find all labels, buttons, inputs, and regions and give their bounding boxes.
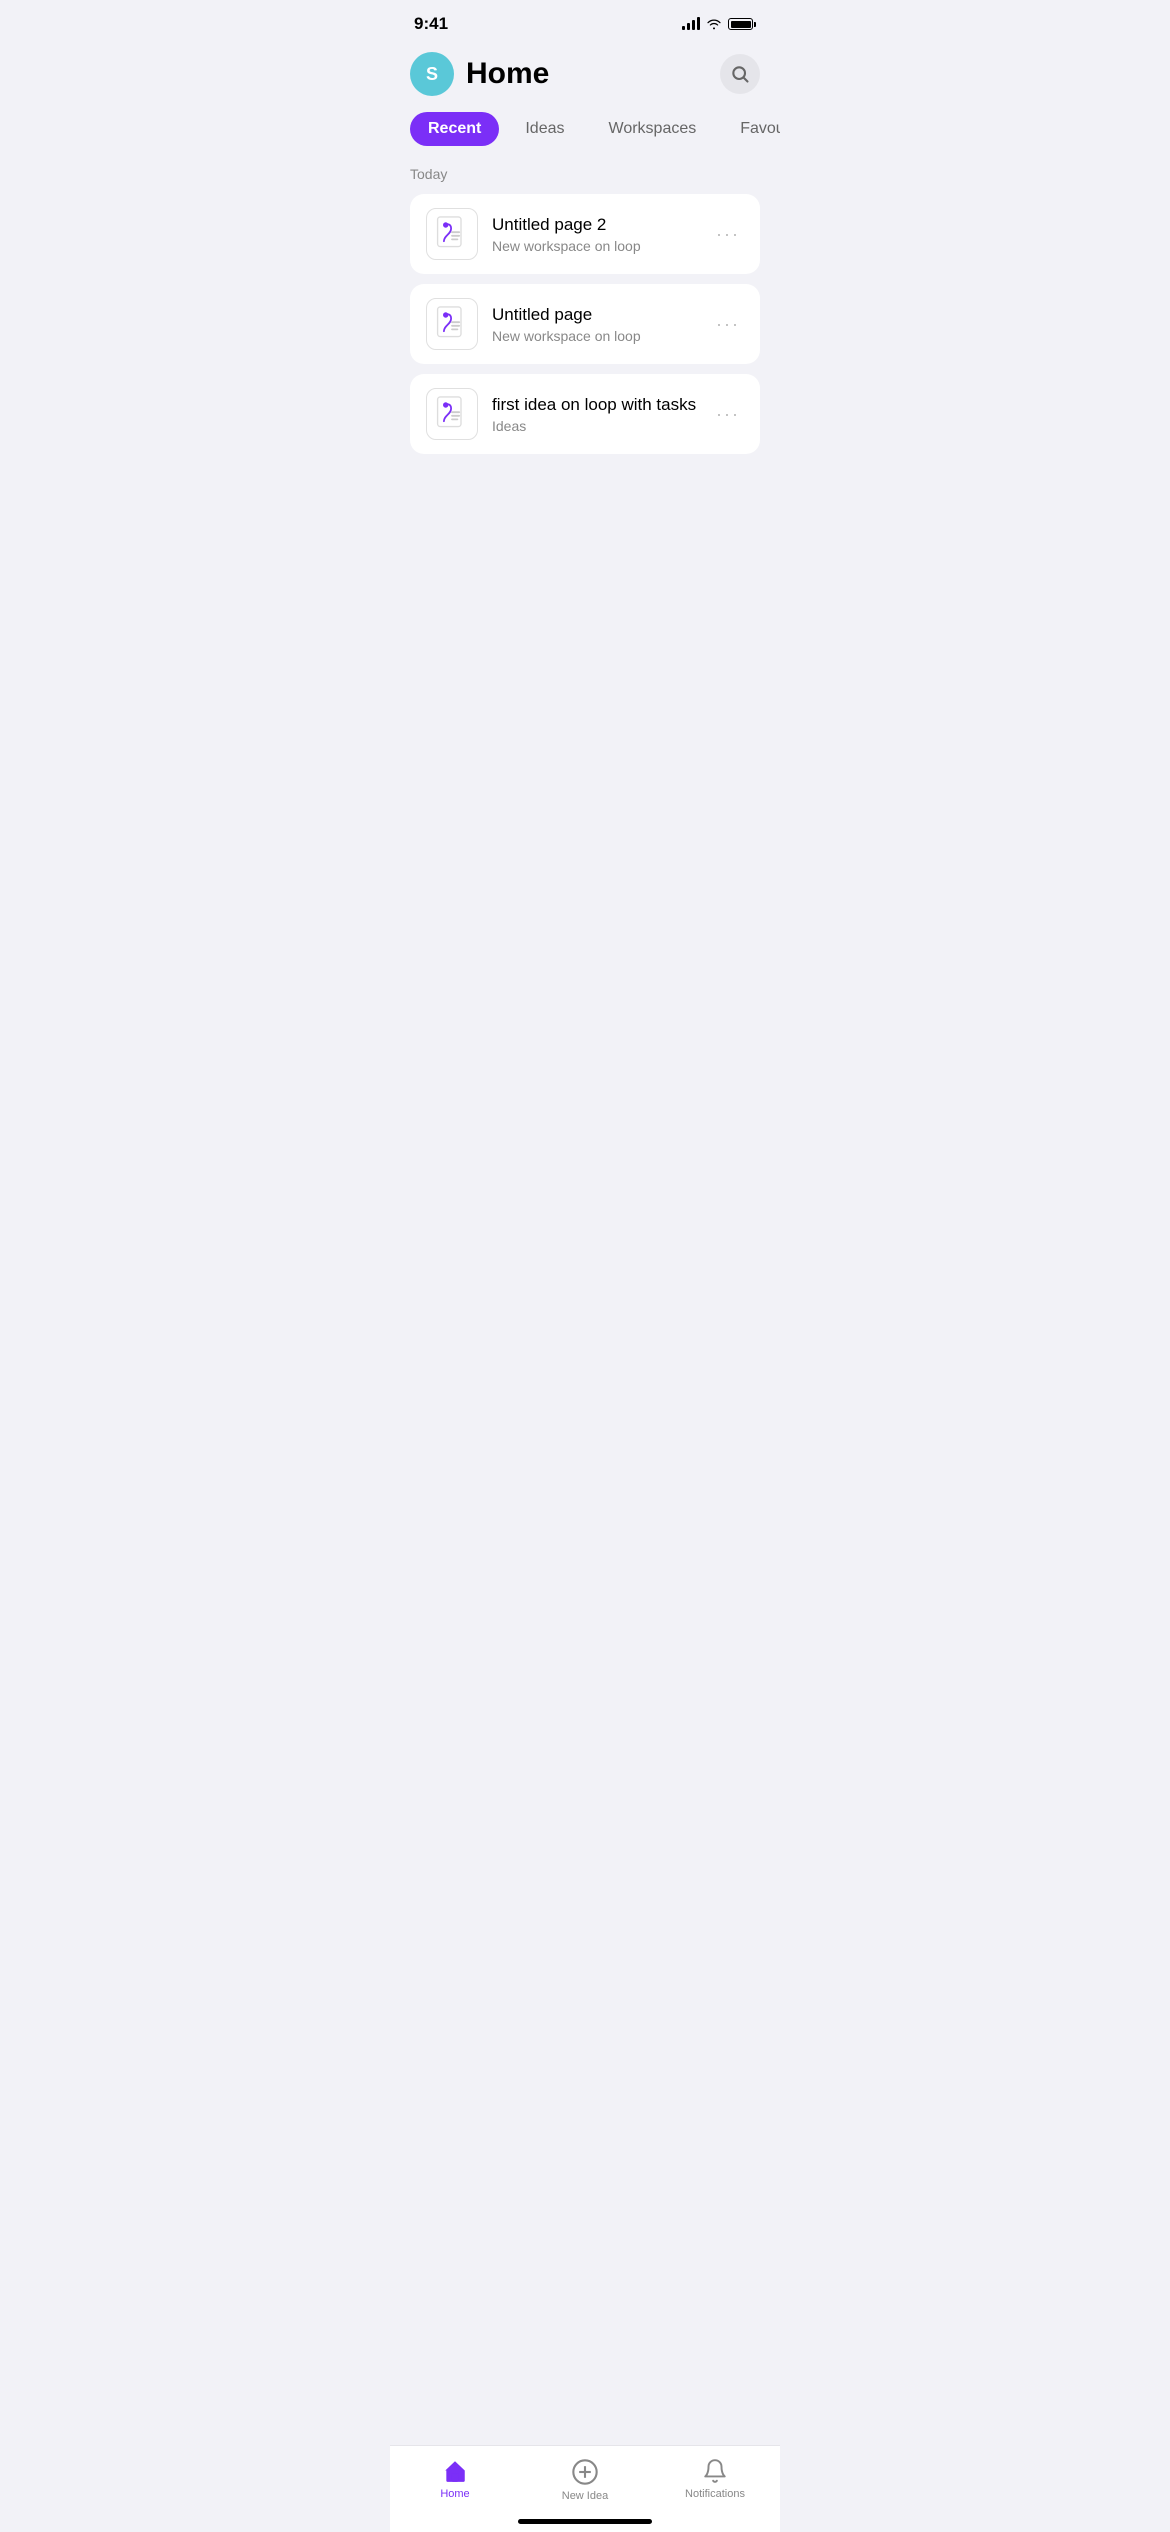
signal-icon [682,18,700,30]
status-time: 9:41 [414,14,448,34]
nav-notifications-label: Notifications [685,2488,745,2500]
bell-icon [702,2458,728,2484]
search-icon [730,64,750,84]
list-item[interactable]: first idea on loop with tasks Ideas ··· [410,374,760,454]
item-subtitle: New workspace on loop [492,238,712,254]
tabs-container: Recent Ideas Workspaces Favourites [390,112,780,162]
status-bar: 9:41 [390,0,780,40]
tab-recent[interactable]: Recent [410,112,499,146]
item-subtitle: Ideas [492,418,712,434]
item-title: first idea on loop with tasks [492,395,712,415]
new-idea-icon [571,2458,599,2486]
item-text: Untitled page 2 New workspace on loop [492,215,712,254]
status-icons [682,18,756,30]
more-button[interactable]: ··· [712,400,744,429]
header: S Home [390,40,780,112]
page-icon [434,396,470,432]
content: Today Untitled page 2 New workspace on l… [390,162,780,454]
battery-icon [728,18,756,30]
search-button[interactable] [720,54,760,94]
tab-ideas[interactable]: Ideas [507,112,582,146]
nav-home[interactable]: Home [390,2458,520,2500]
tab-workspaces[interactable]: Workspaces [591,112,715,146]
nav-notifications[interactable]: Notifications [650,2458,780,2500]
item-title: Untitled page 2 [492,215,712,235]
wifi-icon [706,18,722,30]
home-icon [442,2458,468,2484]
list-item[interactable]: Untitled page 2 New workspace on loop ··… [410,194,760,274]
page-title: Home [466,57,549,91]
item-icon [426,208,478,260]
avatar[interactable]: S [410,52,454,96]
item-icon [426,298,478,350]
nav-home-label: Home [440,2488,469,2500]
more-button[interactable]: ··· [712,220,744,249]
home-indicator [518,2519,652,2524]
tab-favourites[interactable]: Favourites [722,112,780,146]
list-item[interactable]: Untitled page New workspace on loop ··· [410,284,760,364]
more-button[interactable]: ··· [712,310,744,339]
item-icon [426,388,478,440]
page-icon [434,216,470,252]
nav-new-idea[interactable]: New Idea [520,2458,650,2502]
item-text: Untitled page New workspace on loop [492,305,712,344]
item-subtitle: New workspace on loop [492,328,712,344]
item-text: first idea on loop with tasks Ideas [492,395,712,434]
section-today-label: Today [410,162,760,182]
item-title: Untitled page [492,305,712,325]
page-icon [434,306,470,342]
nav-new-idea-label: New Idea [562,2490,608,2502]
